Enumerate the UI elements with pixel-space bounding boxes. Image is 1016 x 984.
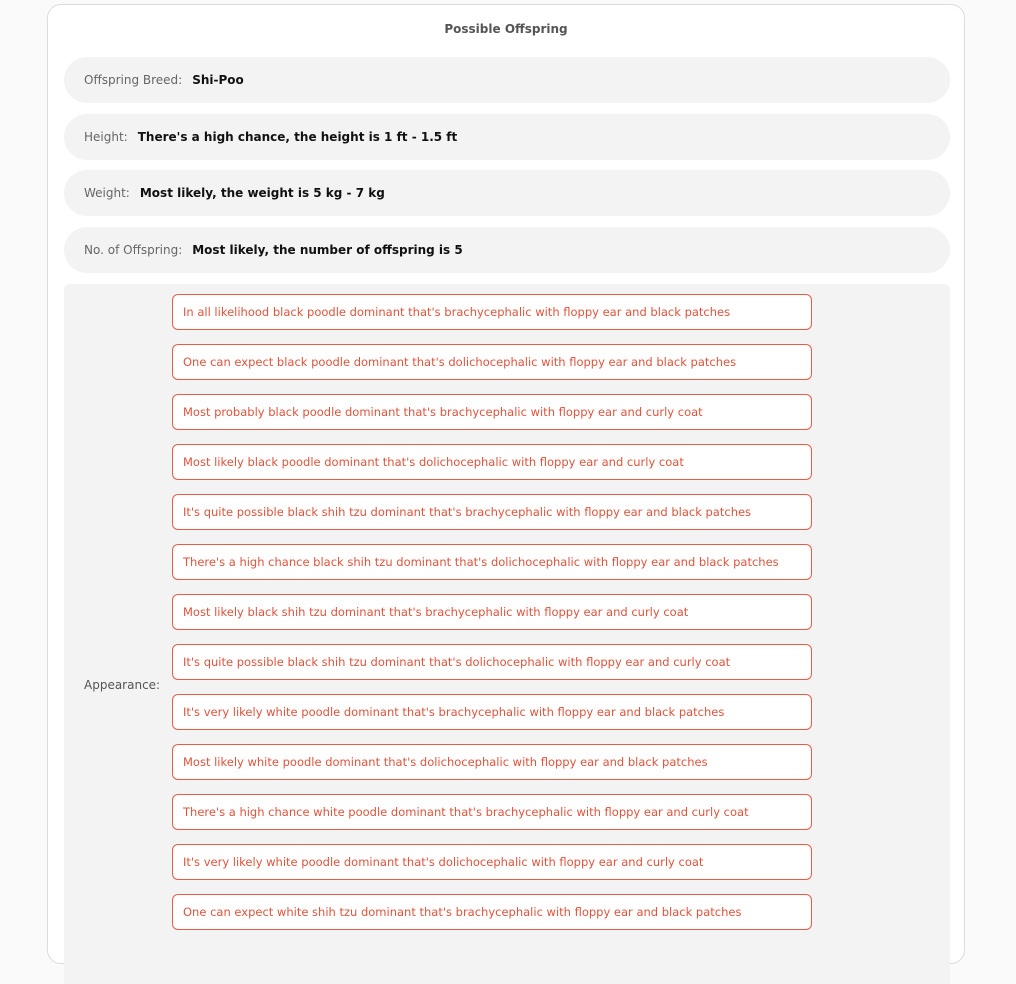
height-row: Height: There's a high chance, the heigh… xyxy=(64,114,950,160)
appearance-option[interactable]: There's a high chance black shih tzu dom… xyxy=(172,544,812,580)
breed-row: Offspring Breed: Shi-Poo xyxy=(64,57,950,103)
appearance-option[interactable]: Most likely black shih tzu dominant that… xyxy=(172,594,812,630)
appearance-option[interactable]: It's very likely white poodle dominant t… xyxy=(172,844,812,880)
breed-label: Offspring Breed: xyxy=(84,73,183,87)
appearance-option[interactable]: Most probably black poodle dominant that… xyxy=(172,394,812,430)
appearance-options: In all likelihood black poodle dominant … xyxy=(172,294,812,944)
breed-value: Shi-Poo xyxy=(192,73,244,87)
appearance-option[interactable]: It's very likely white poodle dominant t… xyxy=(172,694,812,730)
appearance-option[interactable]: It's quite possible black shih tzu domin… xyxy=(172,494,812,530)
height-label: Height: xyxy=(84,130,128,144)
appearance-label: Appearance: xyxy=(84,678,161,692)
appearance-section: Appearance: In all likelihood black pood… xyxy=(64,284,950,984)
appearance-option[interactable]: In all likelihood black poodle dominant … xyxy=(172,294,812,330)
offspring-card: Possible Offspring Offspring Breed: Shi-… xyxy=(47,4,965,984)
appearance-option[interactable]: Most likely white poodle dominant that's… xyxy=(172,744,812,780)
appearance-option[interactable]: One can expect white shih tzu dominant t… xyxy=(172,894,812,930)
appearance-option[interactable]: There's a high chance white poodle domin… xyxy=(172,794,812,830)
appearance-option[interactable]: Most likely black poodle dominant that's… xyxy=(172,444,812,480)
offspring-count-value: Most likely, the number of offspring is … xyxy=(192,243,463,257)
weight-value: Most likely, the weight is 5 kg - 7 kg xyxy=(139,186,385,200)
weight-label: Weight: xyxy=(84,186,130,200)
offspring-count-row: No. of Offspring: Most likely, the numbe… xyxy=(64,227,950,273)
offspring-count-label: No. of Offspring: xyxy=(84,243,183,257)
appearance-option[interactable]: One can expect black poodle dominant tha… xyxy=(172,344,812,380)
appearance-option[interactable]: It's quite possible black shih tzu domin… xyxy=(172,644,812,680)
weight-row: Weight: Most likely, the weight is 5 kg … xyxy=(64,170,950,216)
page-title: Possible Offspring xyxy=(444,22,568,36)
height-value: There's a high chance, the height is 1 f… xyxy=(137,130,458,144)
